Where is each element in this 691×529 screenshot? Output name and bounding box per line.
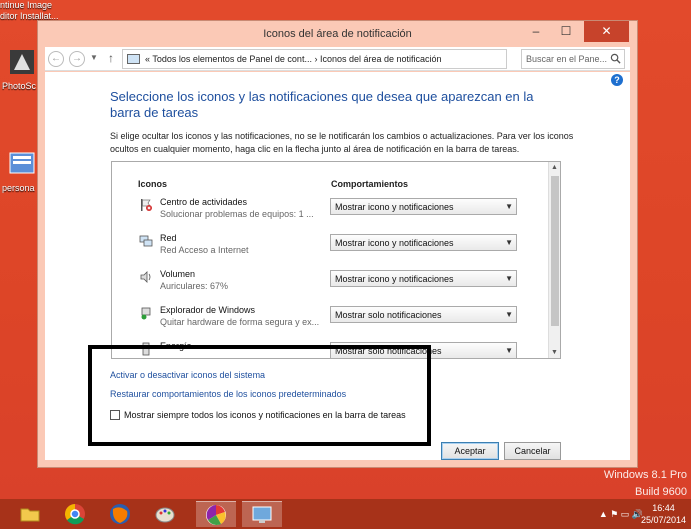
maximize-button[interactable]: ☐ [552, 21, 580, 42]
taskbar-file-explorer[interactable] [10, 501, 50, 527]
back-button[interactable]: ← [48, 51, 64, 67]
desktop-icon-label: PhotoSc [2, 81, 37, 91]
row-subtitle: Auriculares: 67% [160, 281, 229, 291]
recent-locations-dropdown[interactable]: ▼ [90, 53, 98, 62]
behavior-value: Mostrar icono y notificaciones [335, 274, 454, 284]
chevron-down-icon: ▼ [505, 202, 513, 211]
up-button[interactable]: ↑ [108, 51, 114, 65]
cancel-button[interactable]: Cancelar [504, 442, 561, 460]
list-item: Centro de actividades Solucionar problem… [112, 194, 548, 230]
desktop-icon-photoshop[interactable]: PhotoSc [2, 48, 40, 91]
firefox-icon [110, 504, 130, 524]
flag-icon [141, 199, 152, 211]
list-scrollbar[interactable]: ▲ ▼ [548, 162, 560, 358]
row-name: Volumen [160, 269, 196, 279]
row-name: Centro de actividades [160, 197, 248, 207]
scroll-thumb[interactable] [551, 176, 559, 326]
taskbar-chrome[interactable] [55, 501, 95, 527]
folder-icon [20, 508, 40, 522]
os-version-watermark: Windows 8.1 Pro Build 9600 [604, 467, 687, 501]
os-version-line-1: Windows 8.1 Pro [603, 469, 687, 481]
behavior-value: Mostrar icono y notificaciones [335, 238, 454, 248]
column-header-behaviors: Comportamientos [331, 179, 409, 189]
taskbar-control-panel[interactable] [242, 501, 282, 527]
row-name: Explorador de Windows [160, 305, 256, 315]
search-placeholder: Buscar en el Pane... [526, 54, 608, 64]
desktop-icon-label: persona [2, 183, 35, 193]
taskbar-paint[interactable] [145, 501, 185, 527]
scroll-down-icon[interactable]: ▼ [549, 347, 560, 358]
icons-list: Iconos Comportamientos Centro de activid… [111, 161, 561, 359]
title-bar[interactable]: Iconos del área de notificación – ☐ ✕ [38, 21, 637, 47]
list-item: Explorador de Windows Quitar hardware de… [112, 302, 548, 338]
row-subtitle: Red Acceso a Internet [160, 245, 249, 255]
taskbar-clock[interactable]: 16:44 25/07/2014 [641, 502, 686, 526]
page-heading: Seleccione los iconos y las notificacion… [110, 89, 534, 120]
paint-icon [155, 507, 175, 523]
taskbar-picasa[interactable] [196, 501, 236, 527]
behavior-select[interactable]: Mostrar solo notificaciones ▼ [330, 306, 517, 323]
accept-button[interactable]: Aceptar [441, 442, 499, 460]
behavior-value: Mostrar solo notificaciones [335, 310, 442, 320]
address-bar: ← → ▼ ↑ « Todos los elementos de Panel d… [45, 47, 630, 71]
page-description: Si elige ocultar los iconos y las notifi… [110, 131, 574, 154]
close-button[interactable]: ✕ [584, 21, 629, 42]
control-panel-icon [127, 54, 140, 64]
behavior-select[interactable]: Mostrar icono y notificaciones ▼ [330, 270, 517, 287]
column-header-icons: Iconos [138, 179, 168, 189]
scroll-up-icon[interactable]: ▲ [549, 162, 560, 173]
clock-date: 25/07/2014 [640, 515, 686, 525]
search-input[interactable]: Buscar en el Pane... [521, 49, 625, 69]
chevron-down-icon: ▼ [505, 346, 513, 355]
photoshop-icon [10, 50, 34, 74]
address-path: « Todos los elementos de Panel de cont..… [145, 54, 442, 64]
desktop-icon-personal[interactable]: persona [2, 150, 40, 193]
desktop-top-line-1: ntinue Image [0, 0, 53, 10]
usb-icon [141, 307, 151, 320]
help-icon[interactable]: ? [611, 74, 623, 86]
system-tray[interactable]: ▲ ⚑ ▭ 🔊 [599, 509, 643, 520]
chevron-down-icon: ▼ [505, 274, 513, 283]
annotation-highlight-box [88, 345, 431, 446]
chevron-down-icon: ▼ [505, 238, 513, 247]
chevron-down-icon: ▼ [505, 310, 513, 319]
chrome-icon [65, 504, 85, 525]
taskbar: ▲ ⚑ ▭ 🔊 16:44 25/07/2014 [0, 499, 691, 529]
behavior-value: Mostrar icono y notificaciones [335, 202, 454, 212]
row-subtitle: Solucionar problemas de equipos: 1 ... [160, 209, 314, 219]
row-subtitle: Quitar hardware de forma segura y ex... [160, 317, 320, 327]
desktop-app-icon [9, 152, 35, 174]
behavior-select[interactable]: Mostrar icono y notificaciones ▼ [330, 234, 517, 251]
taskbar-firefox[interactable] [100, 501, 140, 527]
network-icon [139, 235, 153, 247]
speaker-icon [140, 271, 151, 283]
row-name: Red [160, 233, 177, 243]
list-item: Red Red Acceso a Internet Mostrar icono … [112, 230, 548, 266]
control-panel-icon [252, 506, 272, 523]
address-field[interactable]: « Todos los elementos de Panel de cont..… [122, 49, 583, 69]
clock-time: 16:44 [652, 503, 675, 513]
desktop-top-text: ntinue Image ditor Installat... [0, 0, 59, 22]
minimize-button[interactable]: – [522, 21, 550, 42]
list-item: Volumen Auriculares: 67% Mostrar icono y… [112, 266, 548, 302]
behavior-select[interactable]: Mostrar icono y notificaciones ▼ [330, 198, 517, 215]
picasa-icon [206, 505, 226, 525]
search-icon[interactable] [610, 53, 621, 64]
forward-button[interactable]: → [69, 51, 85, 67]
